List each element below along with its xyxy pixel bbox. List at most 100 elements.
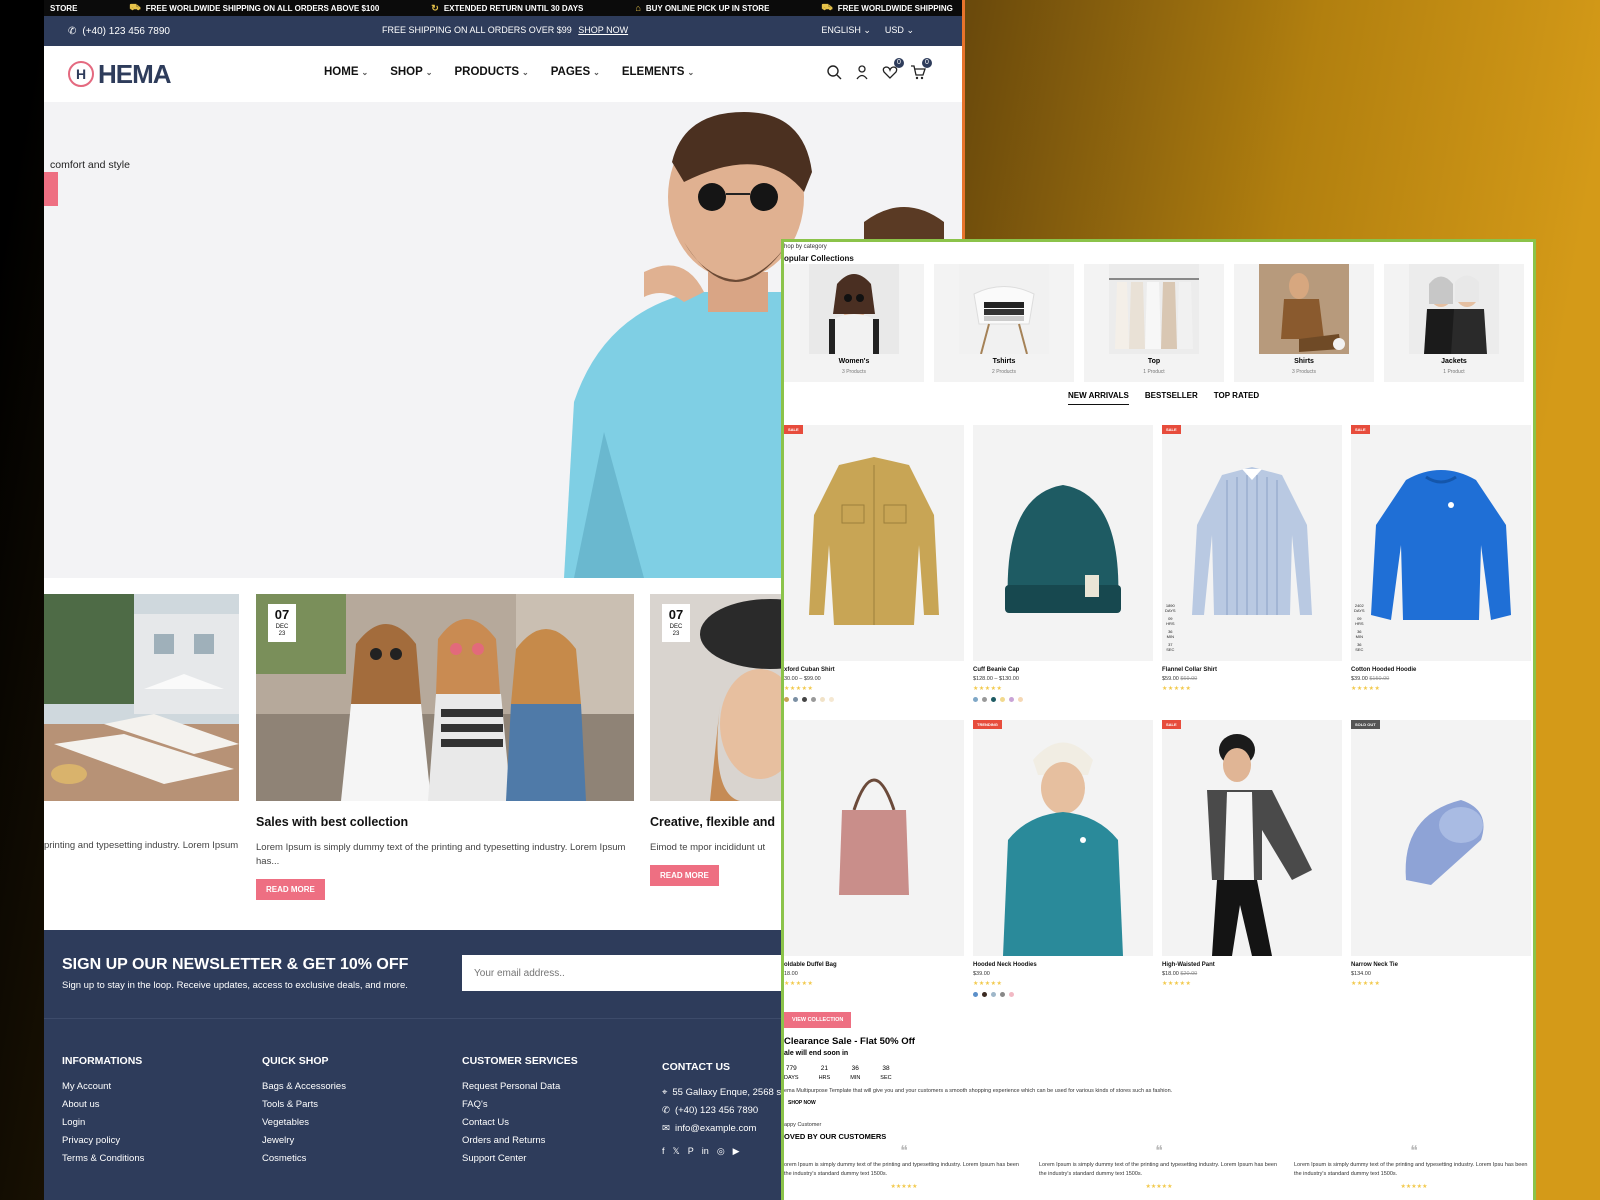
category-card[interactable]: Top 1 Product [1084,264,1224,382]
product-image[interactable] [784,720,964,956]
product-card[interactable]: Cuff Beanie Cap $128.00 – $130.00 ★★★★★ [973,425,1153,702]
read-more-button[interactable]: READ MORE [650,865,719,886]
category-card[interactable]: Shirts 3 Products [1234,264,1374,382]
search-icon[interactable] [826,64,842,80]
color-swatch[interactable] [784,697,789,702]
footer-link[interactable]: Orders and Returns [462,1135,578,1146]
color-swatch[interactable] [1000,992,1005,997]
tab-new-arrivals[interactable]: NEW ARRIVALS [1068,391,1129,405]
product-name[interactable]: High-Waisted Pant [1162,962,1342,968]
footer-link[interactable]: Privacy policy [62,1135,144,1146]
color-swatch[interactable] [973,697,978,702]
footer-link[interactable]: Login [62,1117,144,1128]
product-card[interactable]: TRENDING Hooded Neck Hoodies $39.00 ★★★★… [973,720,1153,997]
product-name[interactable]: Narrow Neck Tie [1351,962,1531,968]
footer-contact: CONTACT US ⌖ 55 Gallaxy Enque, 2568 s ✆ (+… [662,1061,781,1157]
product-image[interactable]: SALE 2402 DAYS 09 HRS 36 MIN 36 SEC [1351,425,1531,661]
blog-post-image[interactable]: 07 DEC 23 [256,594,634,801]
product-image[interactable]: TRENDING [973,720,1153,956]
product-name[interactable]: xford Cuban Shirt [784,667,964,673]
product-card[interactable]: SALE 1890 DAYS 09 HRS 36 MIN 37 SEC Flannel … [1162,425,1342,692]
date-year: 23 [672,631,680,637]
footer-link[interactable]: Vegetables [262,1117,346,1128]
category-card[interactable]: Tshirts 2 Products [934,264,1074,382]
footer-link[interactable]: Request Personal Data [462,1081,578,1092]
footer-link[interactable]: FAQ's [462,1099,578,1110]
color-swatch[interactable] [982,992,987,997]
product-image[interactable]: SOLD OUT [1351,720,1531,956]
footer-link[interactable]: Support Center [462,1153,578,1164]
wishlist-icon[interactable]: 0 [882,58,904,80]
countdown-unit: 38 SEC [880,1065,891,1081]
product-image[interactable]: SALE [1162,720,1342,956]
color-swatch[interactable] [1000,697,1005,702]
pinterest-icon[interactable]: P [688,1146,694,1157]
product-name[interactable]: Hooded Neck Hoodies [973,962,1153,968]
nav-products[interactable]: PRODUCTS ⌄ [455,66,529,78]
product-card[interactable]: oldable Duffel Bag 18.00 ★★★★★ [784,720,964,987]
instagram-icon[interactable]: ◎ [717,1146,725,1157]
shop-now-button[interactable]: SHOP NOW [788,1100,816,1106]
shop-now-link[interactable]: SHOP NOW [578,25,628,35]
color-swatch[interactable] [829,697,834,702]
currency-select[interactable]: USD ⌄ [885,25,914,36]
phone-contact[interactable]: ✆ (+40) 123 456 7890 [68,26,170,37]
footer-link[interactable]: Jewelry [262,1135,346,1146]
linkedin-icon[interactable]: in [702,1146,709,1157]
product-card[interactable]: SOLD OUT Narrow Neck Tie $134.00 ★★★★★ [1351,720,1531,987]
product-name[interactable]: Cotton Hooded Hoodie [1351,667,1531,673]
blog-post-image[interactable] [44,594,239,801]
nav-pages[interactable]: PAGES ⌄ [551,66,600,78]
category-card[interactable]: Women's 3 Products [784,264,924,382]
footer-link[interactable]: Contact Us [462,1117,578,1128]
nav-elements[interactable]: ELEMENTS ⌄ [622,66,694,78]
color-swatch[interactable] [973,992,978,997]
blog-post-title[interactable]: Sales with best collection [256,815,634,829]
nav-home[interactable]: HOME ⌄ [324,66,368,78]
product-card[interactable]: SALE 2402 DAYS 09 HRS 36 MIN 36 SEC Cotton H… [1351,425,1531,692]
account-icon[interactable] [854,64,870,80]
product-image[interactable] [973,425,1153,661]
product-name[interactable]: oldable Duffel Bag [784,962,964,968]
color-swatch[interactable] [793,697,798,702]
color-swatch[interactable] [991,697,996,702]
color-swatch[interactable] [811,697,816,702]
footer-heading: CUSTOMER SERVICES [462,1055,578,1067]
product-card[interactable]: SALE xford Cuban Shirt 30.00 – $99.00 ★★… [784,425,964,702]
footer-link[interactable]: Cosmetics [262,1153,346,1164]
language-select[interactable]: ENGLISH ⌄ [821,25,871,36]
footer-link[interactable]: My Account [62,1081,144,1092]
footer-link[interactable]: About us [62,1099,144,1110]
footer-link[interactable]: Bags & Accessories [262,1081,346,1092]
facebook-icon[interactable]: f [662,1146,665,1157]
color-swatch[interactable] [802,697,807,702]
product-name[interactable]: Flannel Collar Shirt [1162,667,1342,673]
color-swatch[interactable] [982,697,987,702]
tab-top-rated[interactable]: TOP RATED [1214,391,1259,405]
product-price: 30.00 – $99.00 [784,676,964,682]
view-collection-button[interactable]: VIEW COLLECTION [784,1012,852,1028]
product-card[interactable]: SALE High-Waisted Pant $18.00 $20.00 ★★★… [1162,720,1342,987]
color-swatch[interactable] [1009,992,1014,997]
nav-shop[interactable]: SHOP ⌄ [390,66,432,78]
footer-email[interactable]: ✉ info@example.com [662,1123,781,1134]
color-swatch[interactable] [991,992,996,997]
product-image[interactable]: SALE [784,425,964,661]
color-swatch[interactable] [820,697,825,702]
color-swatch[interactable] [1018,697,1023,702]
footer-link[interactable]: Tools & Parts [262,1099,346,1110]
product-name[interactable]: Cuff Beanie Cap [973,667,1153,673]
category-card[interactable]: Jackets 1 Product [1384,264,1524,382]
nav-label: HOME [324,66,359,78]
cart-icon[interactable]: 0 [910,58,932,80]
footer-phone[interactable]: ✆ (+40) 123 456 7890 [662,1105,781,1116]
color-swatch[interactable] [1009,697,1014,702]
x-icon[interactable]: 𝕏 [673,1146,680,1157]
footer-link[interactable]: Terms & Conditions [62,1153,144,1164]
ticker-item: ⌂ BUY ONLINE PICK UP IN STORE [635,3,769,13]
youtube-icon[interactable]: ▶ [733,1146,740,1157]
tab-bestseller[interactable]: BESTSELLER [1145,391,1198,405]
product-image[interactable]: SALE 1890 DAYS 09 HRS 36 MIN 37 SEC [1162,425,1342,661]
read-more-button[interactable]: READ MORE [256,879,325,900]
site-logo[interactable]: H HEMA [68,59,172,90]
